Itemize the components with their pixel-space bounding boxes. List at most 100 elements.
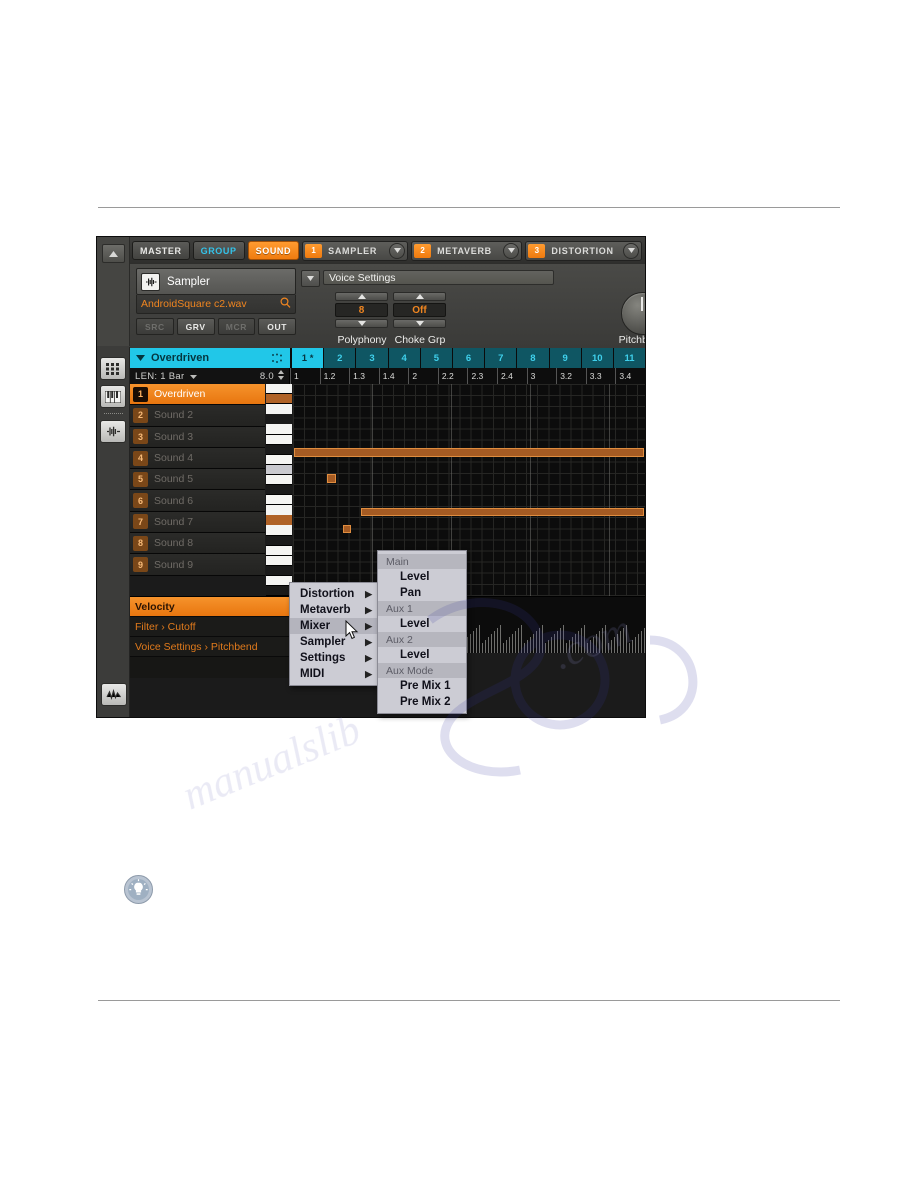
note-event[interactable] — [294, 448, 644, 457]
velocity-bar[interactable] — [536, 631, 537, 653]
pattern-bank-8[interactable]: 8 — [517, 348, 549, 368]
velocity-bar[interactable] — [515, 631, 516, 653]
velocity-bar[interactable] — [593, 637, 594, 653]
velocity-bar[interactable] — [578, 631, 579, 653]
velocity-bar[interactable] — [524, 643, 525, 653]
velocity-bar[interactable] — [512, 634, 513, 653]
pattern-length-box[interactable]: LEN: 1 Bar 8.0 — [130, 368, 290, 384]
sound-row[interactable]: 3 Sound 3 — [130, 426, 265, 448]
pattern-bank-5[interactable]: 5 — [420, 348, 452, 368]
velocity-bar[interactable] — [491, 634, 492, 653]
menu-item[interactable]: Sampler ▶ — [290, 634, 380, 650]
velocity-bar[interactable] — [617, 634, 618, 653]
velocity-bar[interactable] — [518, 628, 519, 653]
pattern-bank-2[interactable]: 2 — [324, 348, 356, 368]
button-grv[interactable]: GRV — [176, 318, 215, 335]
menu-item[interactable]: Distortion ▶ — [290, 586, 380, 602]
pattern-bank-10[interactable]: 10 — [581, 348, 613, 368]
velocity-bar[interactable] — [608, 643, 609, 653]
chevron-down-icon[interactable] — [190, 371, 198, 382]
velocity-bar[interactable] — [500, 625, 501, 653]
menu-item[interactable]: Mixer ▶ — [290, 618, 380, 634]
pattern-bank-7[interactable]: 7 — [485, 348, 517, 368]
choke-down-button[interactable] — [393, 319, 446, 328]
sound-row[interactable]: 8 Sound 8 — [130, 533, 265, 555]
plugin-slot-3[interactable]: 3 DISTORTION — [525, 240, 642, 261]
menu-item[interactable]: Pre Mix 2 — [378, 694, 466, 710]
velocity-bar[interactable] — [485, 640, 486, 653]
velocity-bar[interactable] — [590, 640, 591, 653]
piano-key[interactable] — [266, 454, 292, 465]
velocity-bar[interactable] — [581, 628, 582, 653]
piano-key[interactable] — [266, 505, 292, 515]
velocity-bar[interactable] — [626, 625, 627, 653]
velocity-bar[interactable] — [530, 637, 531, 653]
button-src[interactable]: SRC — [136, 318, 174, 335]
pattern-bank-6[interactable]: 6 — [452, 348, 485, 368]
velocity-bar[interactable] — [611, 640, 612, 653]
velocity-bar[interactable] — [467, 637, 468, 653]
piano-key[interactable] — [266, 414, 292, 424]
piano-key[interactable] — [266, 565, 292, 576]
velocity-bar[interactable] — [596, 634, 597, 653]
selected-sound-bar[interactable]: Overdriven — [130, 348, 290, 368]
velocity-bar[interactable] — [545, 643, 546, 653]
piano-key-active[interactable] — [266, 393, 292, 403]
velocity-bar[interactable] — [533, 634, 534, 653]
sample-waveform-icon[interactable] — [100, 420, 126, 443]
pattern-grid[interactable] — [293, 384, 645, 596]
velocity-bar[interactable] — [470, 634, 471, 653]
tab-sound[interactable]: SOUND — [247, 241, 300, 260]
button-out[interactable]: OUT — [258, 318, 296, 335]
note-event[interactable] — [343, 525, 351, 533]
velocity-bar[interactable] — [482, 643, 483, 653]
tab-master[interactable]: MASTER — [132, 241, 190, 260]
velocity-bar[interactable] — [521, 625, 522, 653]
velocity-bar[interactable] — [548, 640, 549, 653]
velocity-bar[interactable] — [635, 637, 636, 653]
piano-key[interactable] — [266, 434, 292, 444]
piano-key[interactable] — [266, 464, 292, 475]
pad-grid-icon[interactable] — [100, 357, 126, 380]
velocity-bar[interactable] — [494, 631, 495, 653]
voice-settings-collapse-icon[interactable] — [301, 270, 320, 287]
chevron-down-icon[interactable] — [503, 242, 520, 259]
velocity-bar[interactable] — [554, 634, 555, 653]
velocity-bar[interactable] — [605, 625, 606, 653]
plugin-file-box[interactable]: AndroidSquare c2.wav — [136, 295, 296, 314]
chevron-down-icon[interactable] — [623, 242, 639, 259]
velocity-bar[interactable] — [497, 628, 498, 653]
velocity-bar[interactable] — [575, 634, 576, 653]
velocity-bar[interactable] — [488, 637, 489, 653]
sound-row[interactable]: 9 Sound 9 — [130, 554, 265, 576]
velocity-bar[interactable] — [566, 643, 567, 653]
polyphony-down-button[interactable] — [335, 319, 388, 328]
tab-group[interactable]: GROUP — [192, 241, 245, 260]
piano-key[interactable] — [266, 485, 292, 495]
menu-item[interactable]: Pre Mix 1 — [378, 678, 466, 694]
velocity-bar[interactable] — [620, 631, 621, 653]
menu-item[interactable]: MIDI ▶ — [290, 666, 380, 682]
pattern-bank-3[interactable]: 3 — [356, 348, 388, 368]
pattern-bank-9[interactable]: 9 — [549, 348, 581, 368]
modulator-lane[interactable]: Velocity — [130, 597, 292, 617]
piano-key[interactable] — [266, 555, 292, 566]
velocity-bar[interactable] — [632, 640, 633, 653]
chevron-down-icon[interactable] — [135, 353, 146, 364]
plugin-slot-2[interactable]: 2 METAVERB — [411, 240, 523, 261]
velocity-bar[interactable] — [539, 628, 540, 653]
piano-key[interactable] — [266, 474, 292, 485]
piano-keyboard-strip[interactable] — [266, 384, 292, 596]
sound-row[interactable]: 2 Sound 2 — [130, 405, 265, 427]
sound-row[interactable]: 6 Sound 6 — [130, 490, 265, 512]
keyboard-icon[interactable] — [100, 385, 126, 408]
velocity-bar[interactable] — [602, 628, 603, 653]
timeline-ruler[interactable]: 1 1.2 1.3 1.4 2 2.2 2.3 2.4 3 3.2 3.3 3.4 — [290, 368, 645, 384]
velocity-bar[interactable] — [503, 643, 504, 653]
piano-key[interactable] — [266, 525, 292, 535]
plugin-name-box[interactable]: Sampler — [136, 268, 296, 295]
piano-key[interactable] — [266, 384, 292, 394]
waveform-view-icon[interactable] — [101, 683, 127, 706]
menu-item[interactable]: Settings ▶ — [290, 650, 380, 666]
velocity-bar[interactable] — [527, 640, 528, 653]
